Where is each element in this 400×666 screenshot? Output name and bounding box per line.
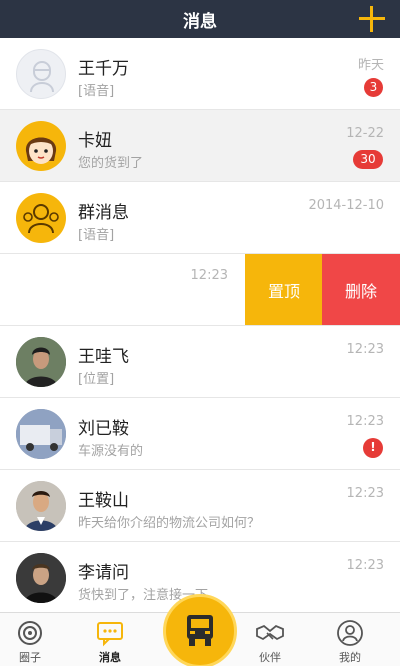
profile-icon [335,619,365,647]
contact-name: 卡妞 [78,131,112,151]
unread-badge: 30 [353,150,383,169]
page-title: 消息 [183,11,217,32]
tab-label: 消息 [99,651,121,664]
message-preview: 您的货到了 [78,156,144,171]
placeholder-avatar [16,49,66,99]
girl-avatar [16,121,66,171]
photo-avatar [16,337,66,387]
contact-name: 刘已鞍 [78,419,129,439]
timestamp: 12:23 [346,342,384,357]
conversation-row[interactable]: 刘已鞍 车源没有的 12:23 ! [0,398,400,470]
tab-label: 圈子 [19,651,41,664]
tab-mine[interactable]: 我的 [320,613,380,666]
contact-name: 群消息 [78,203,129,223]
circle-icon [15,619,45,647]
timestamp: 2014-12-10 [308,198,384,213]
swiped-conversation-row[interactable]: 12:23 置顶 删除 [0,254,400,326]
conversation-row[interactable]: 群消息 [语音] 2014-12-10 [0,182,400,254]
tab-label: 伙伴 [259,651,281,664]
tab-messages[interactable]: 消息 [80,613,140,666]
top-bar: 消息 [0,0,400,38]
tab-label: 我的 [339,651,361,664]
tab-partners[interactable]: 伙伴 [240,613,300,666]
contact-name: 王哇飞 [78,347,129,367]
truck-photo-avatar [16,409,66,459]
plus-icon[interactable] [357,4,387,34]
contact-name: 王鞍山 [78,491,129,511]
message-preview: 昨天给你介绍的物流公司如何？ [78,516,261,531]
message-preview: [语音] [78,228,115,243]
photo-avatar [16,553,66,603]
group-avatar [16,193,66,243]
timestamp: 12:23 [346,486,384,501]
timestamp: 昨天 [357,58,384,73]
conversation-row[interactable]: 王鞍山 昨天给你介绍的物流公司如何？ 12:23 [0,470,400,542]
timestamp: 12-22 [346,126,384,141]
timestamp: 12:23 [190,268,228,283]
conversation-row[interactable]: 卡妞 您的货到了 12-22 30 [0,110,400,182]
handshake-icon [255,619,285,647]
tab-circle[interactable]: 圈子 [0,613,60,666]
pin-button[interactable]: 置顶 [245,254,323,325]
message-preview: 车源没有的 [78,444,144,459]
truck-icon [182,612,218,650]
conversation-list[interactable]: 王千万 [语音] 昨天 3 卡妞 您的货到了 12-22 30 群消息 [语音]… [0,38,400,612]
message-preview: [位置] [78,372,115,387]
message-preview: [语音] [78,84,115,99]
alert-badge: ! [363,438,383,458]
contact-name: 王千万 [78,59,129,79]
conversation-row[interactable]: 王千万 [语音] 昨天 3 [0,38,400,110]
contact-name: 李请问 [78,563,129,583]
timestamp: 12:23 [346,558,384,573]
conversation-row[interactable]: 王哇飞 [位置] 12:23 [0,326,400,398]
delete-button[interactable]: 删除 [322,254,400,325]
unread-badge: 3 [364,78,383,97]
photo-avatar [16,481,66,531]
timestamp: 12:23 [346,414,384,429]
message-icon [95,619,125,647]
center-truck-button[interactable] [163,594,237,666]
